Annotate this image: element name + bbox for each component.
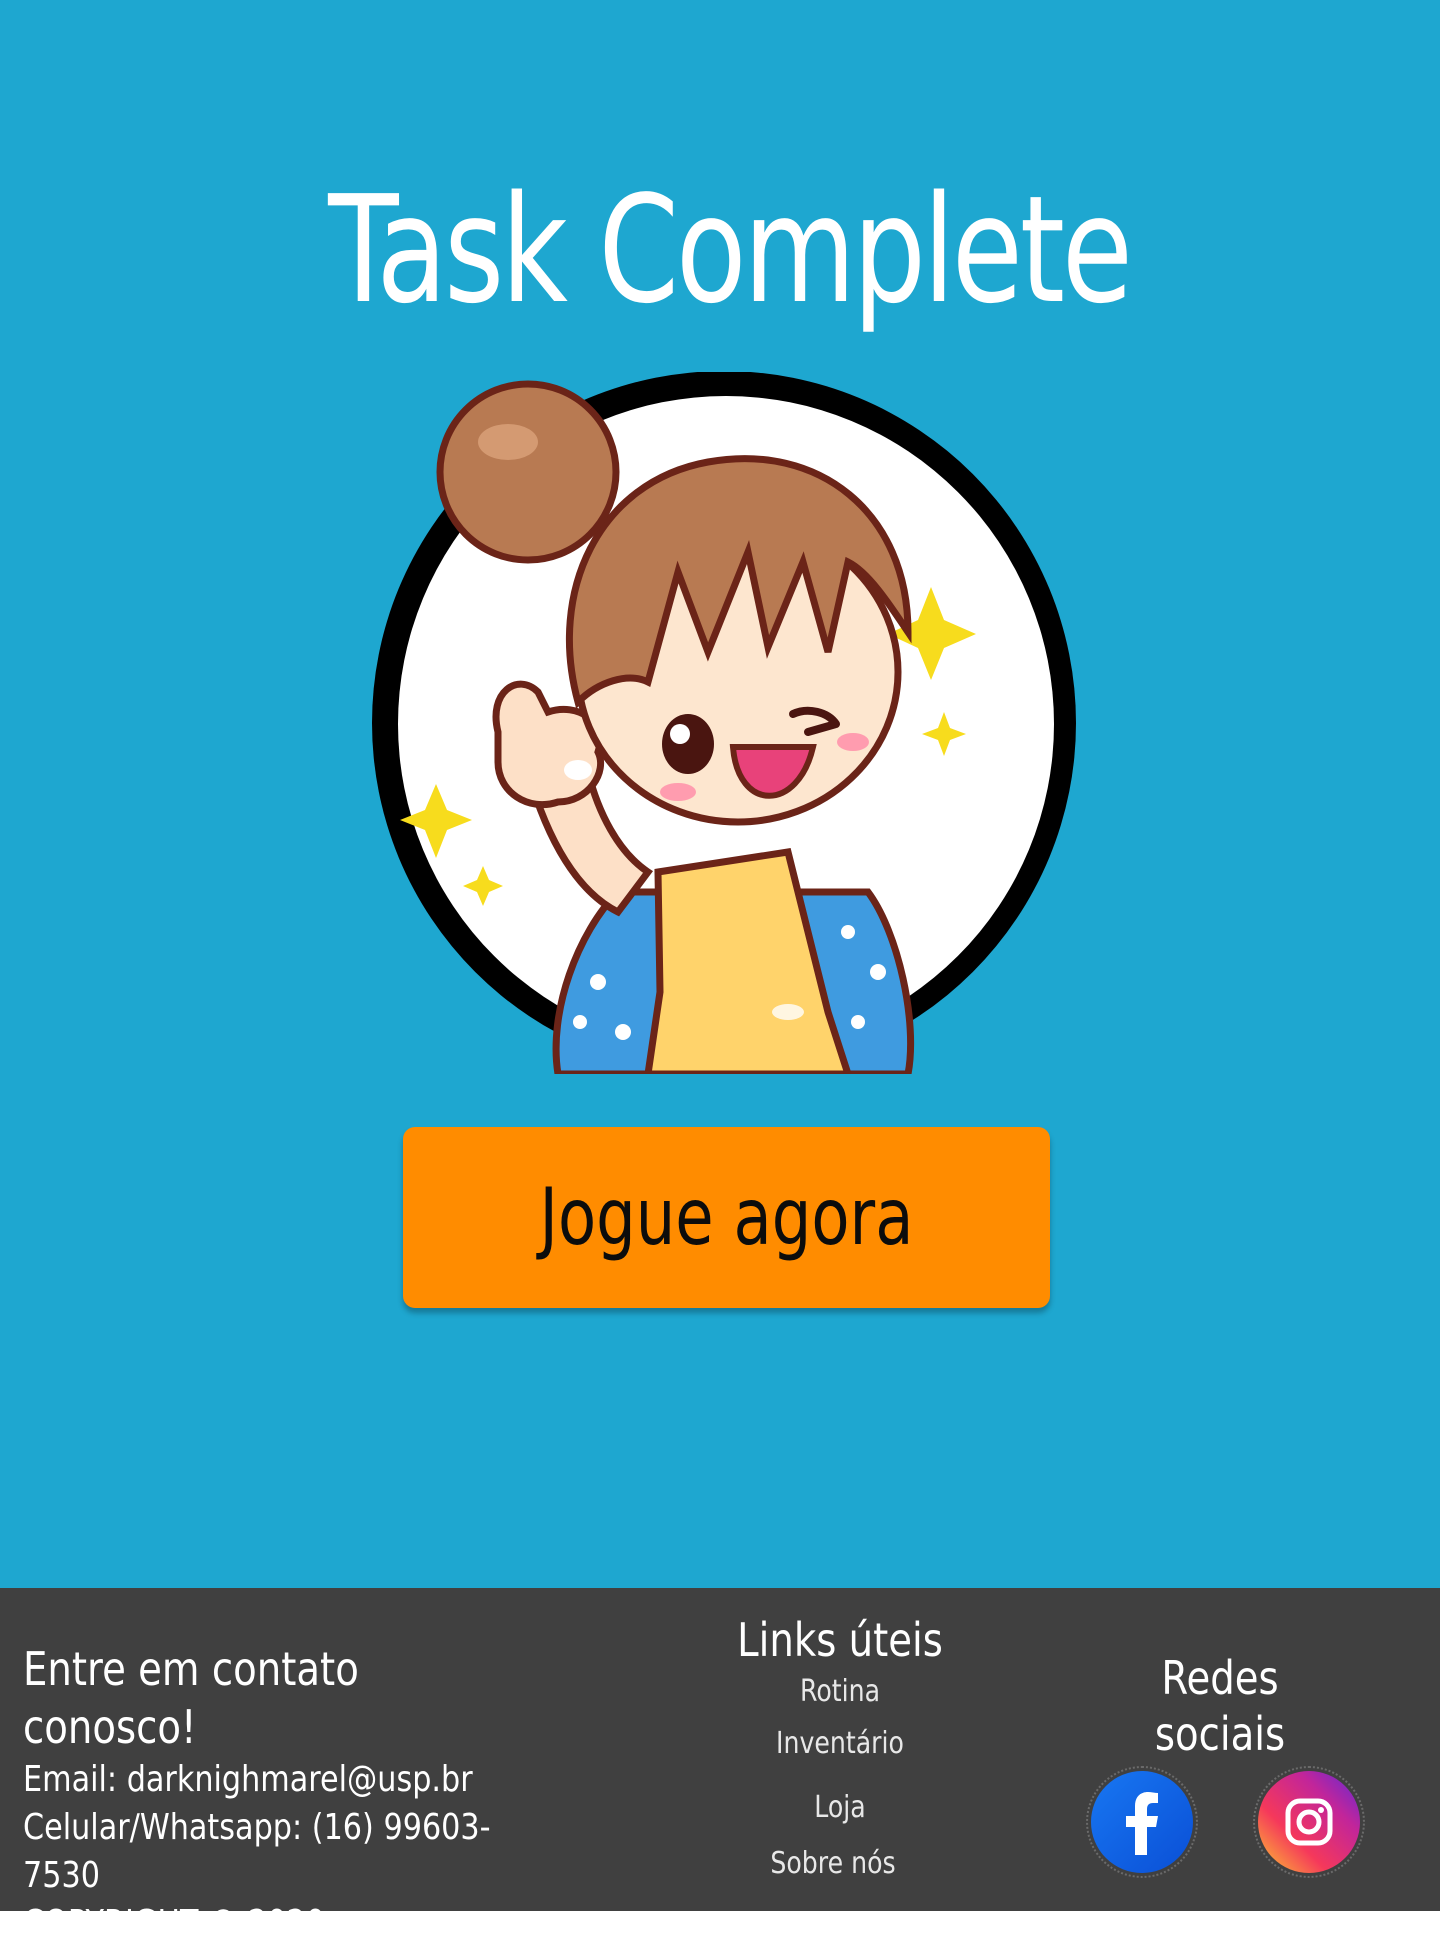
play-now-label: Jogue agora xyxy=(539,1172,914,1263)
facebook-button[interactable] xyxy=(1086,1766,1198,1878)
social-heading: Redes sociais xyxy=(1154,1651,1286,1761)
instagram-icon xyxy=(1258,1771,1360,1873)
contact-section: Entre em contato conosco! Email: darknig… xyxy=(23,1640,544,1948)
social-section: Redes sociais xyxy=(1080,1650,1365,1878)
contact-heading: Entre em contato conosco! xyxy=(23,1642,359,1754)
girl-thumbs-up-illustration xyxy=(372,372,1076,1074)
footer-link-rotina[interactable]: Rotina xyxy=(672,1672,1008,1712)
hero-section: Task Complete Jogue agora xyxy=(0,0,1440,1588)
footer-link-sobre-nos[interactable]: Sobre nós xyxy=(659,1844,1007,1884)
useful-links-section: Links úteis Rotina Inventário Loja Sobre… xyxy=(640,1612,1040,1884)
contact-phone: Celular/Whatsapp: (16) 99603-7530 xyxy=(23,1807,491,1896)
page-title: Task Complete xyxy=(328,164,1133,336)
footer: Entre em contato conosco! Email: darknig… xyxy=(0,1588,1440,1944)
copyright-text: COPYRIGHT © 2020 xyxy=(23,1903,325,1944)
footer-link-inventario[interactable]: Inventário xyxy=(672,1724,1008,1764)
useful-links-heading: Links úteis xyxy=(737,1613,943,1667)
instagram-button[interactable] xyxy=(1253,1766,1365,1878)
footer-link-loja[interactable]: Loja xyxy=(672,1788,1008,1828)
play-now-button[interactable]: Jogue agora xyxy=(403,1127,1050,1308)
facebook-icon xyxy=(1091,1771,1193,1873)
contact-email: Email: darknighmarel@usp.br xyxy=(23,1759,473,1800)
